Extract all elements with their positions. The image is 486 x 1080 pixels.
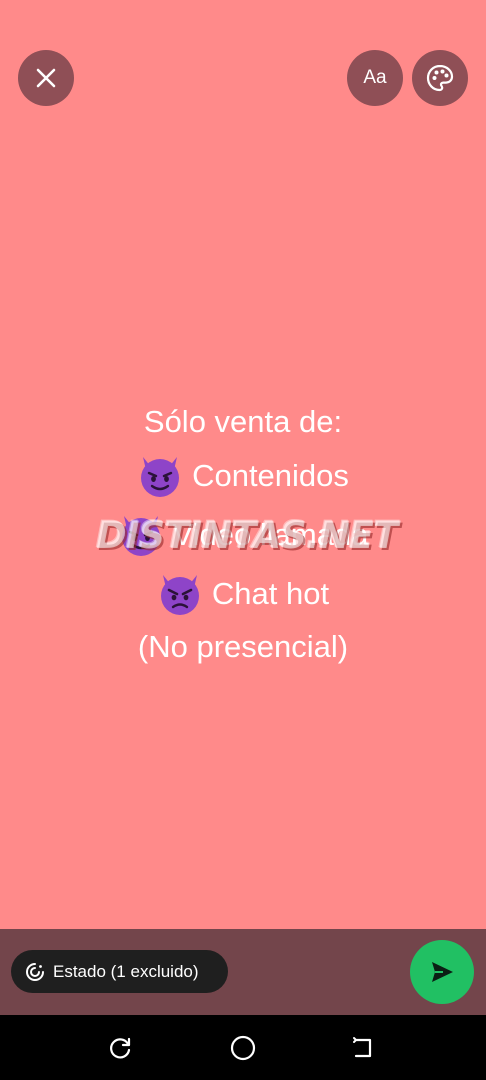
recents-button[interactable] [105, 1033, 135, 1063]
status-line-text: Sólo venta de: [143, 404, 343, 439]
status-line-5: (No presencial) [0, 623, 486, 671]
system-navigation-bar [0, 1015, 486, 1080]
back-icon [353, 1037, 372, 1058]
smiling-devil-emoji [141, 456, 180, 497]
send-arrow-icon [432, 962, 453, 982]
composer-bottom-bar: Estado (1 excluido) [0, 929, 486, 1015]
status-composer-screen: Aa Sólo venta de: Contenidos Video llama… [0, 0, 486, 1080]
smiling-devil-emoji [121, 515, 160, 556]
status-audience-button[interactable]: Estado (1 excluido) [11, 950, 228, 993]
background-color-button[interactable] [412, 50, 468, 106]
palette-icon [426, 64, 454, 92]
status-line-2: Contenidos [0, 446, 486, 505]
status-audience-label: Estado (1 excluido) [53, 961, 199, 981]
back-button[interactable] [348, 1033, 378, 1063]
font-style-button[interactable]: Aa [347, 50, 403, 106]
status-line-4: Chat hot [0, 564, 486, 623]
close-icon [36, 68, 56, 88]
status-line-text: Contenidos [192, 457, 349, 493]
status-line-3: Video llamada [0, 505, 486, 564]
status-line-1: Sólo venta de: [0, 398, 486, 446]
status-line-text: (No presencial) [137, 629, 349, 664]
status-line-text: Video llamada [172, 516, 369, 552]
status-line-text: Chat hot [211, 575, 330, 611]
status-text-content[interactable]: Sólo venta de: Contenidos Video llamada … [0, 398, 486, 671]
angry-devil-emoji [160, 574, 199, 615]
close-button[interactable] [18, 50, 74, 106]
send-button[interactable] [410, 940, 474, 1004]
home-button[interactable] [228, 1033, 258, 1063]
home-icon [230, 1035, 256, 1061]
privacy-ring-icon [26, 962, 44, 981]
font-style-label: Aa [363, 67, 387, 88]
recents-icon [110, 1037, 131, 1059]
